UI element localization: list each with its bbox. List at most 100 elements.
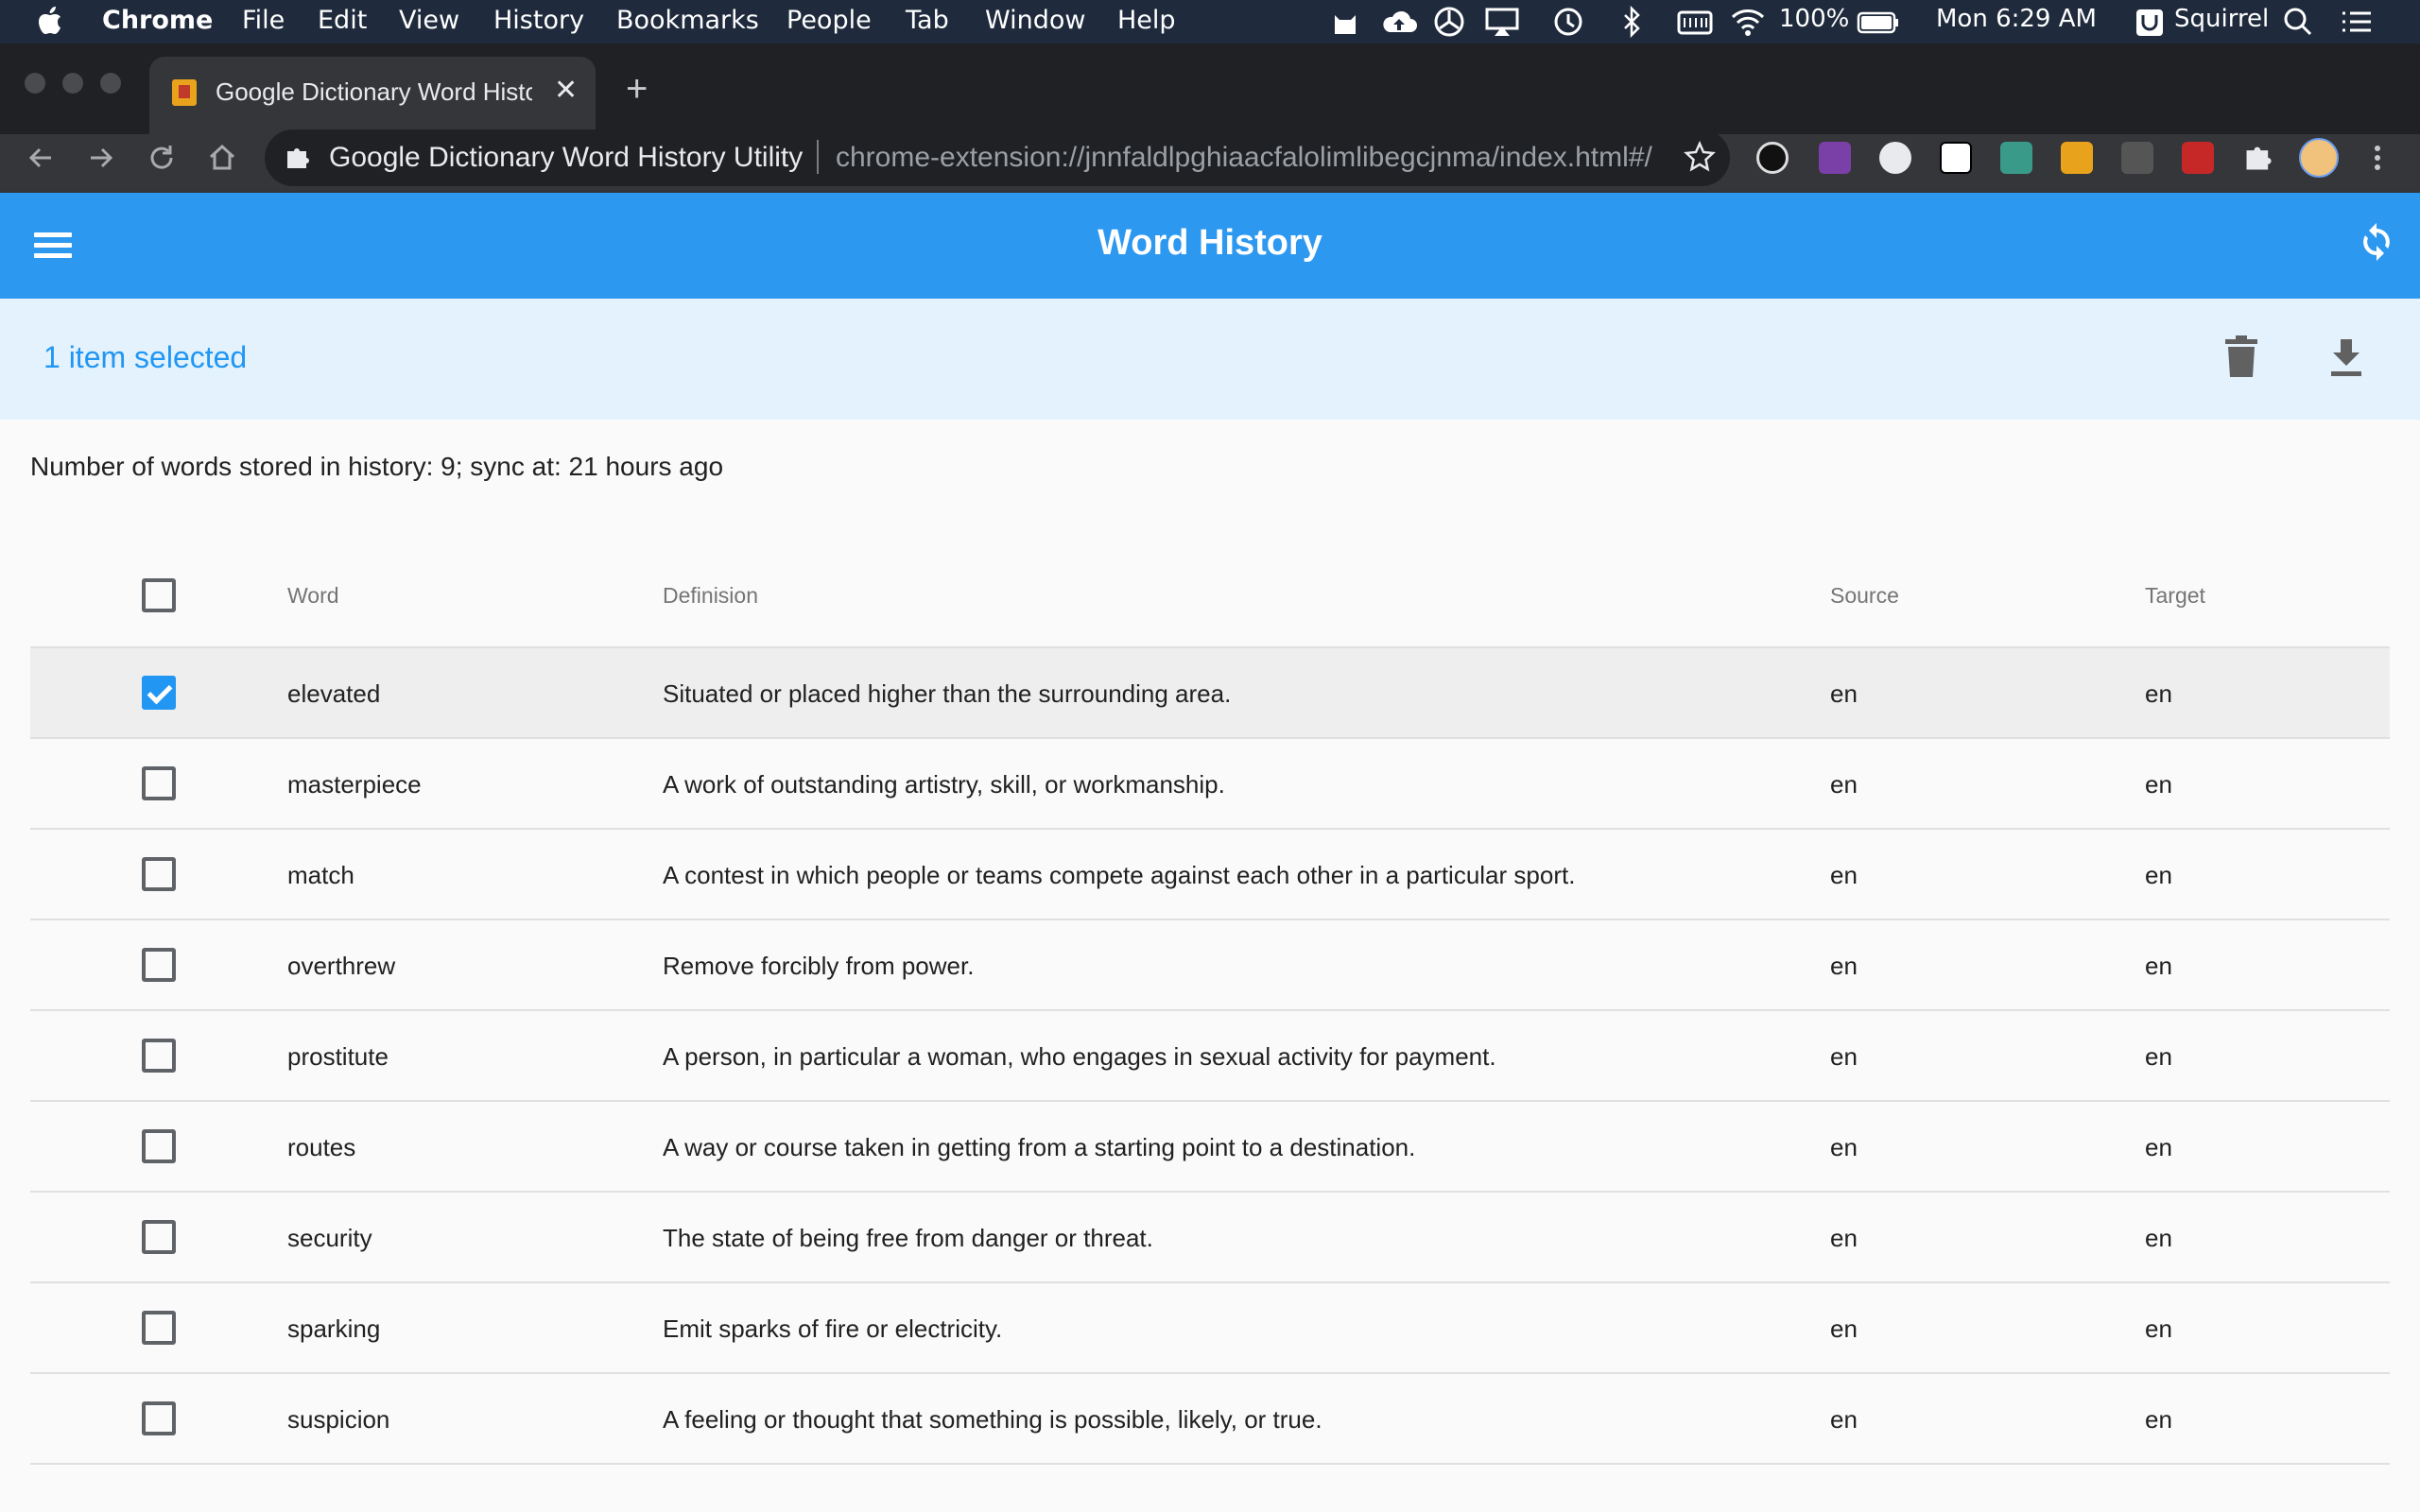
table-row[interactable]: elevated Situated or placed higher than t…: [30, 648, 2390, 739]
browser-tab[interactable]: Google Dictionary Word History ✕: [149, 57, 596, 134]
spy-extension-icon[interactable]: [2121, 142, 2153, 174]
more-menu-icon[interactable]: [2371, 142, 2384, 174]
window-close-button[interactable]: [25, 73, 45, 94]
word-cell: sparking: [287, 1314, 381, 1343]
extension-circle-icon[interactable]: [1756, 142, 1789, 174]
menu-app-chrome[interactable]: Chrome: [102, 6, 213, 35]
window-zoom-button[interactable]: [100, 73, 121, 94]
target-cell: en: [2145, 1314, 2172, 1343]
onenote-extension-icon[interactable]: [1819, 142, 1851, 174]
clock[interactable]: Mon 6:29 AM: [1936, 5, 2097, 33]
spotlight-icon[interactable]: [2282, 6, 2314, 38]
source-cell: en: [1830, 1405, 1858, 1434]
target-cell: en: [2145, 679, 2172, 708]
select-all-checkbox[interactable]: [142, 578, 176, 612]
menu-file[interactable]: File: [242, 6, 285, 35]
tab-close-icon[interactable]: ✕: [554, 74, 578, 107]
row-checkbox[interactable]: [142, 1129, 176, 1163]
table-row[interactable]: sparking Emit sparks of fire or electrici…: [30, 1283, 2390, 1374]
target-cell: en: [2145, 861, 2172, 889]
new-tab-button[interactable]: +: [626, 68, 648, 111]
row-checkbox[interactable]: [142, 1401, 176, 1435]
wifi-icon[interactable]: [1730, 6, 1766, 38]
apple-icon[interactable]: [38, 7, 62, 35]
window-minimize-button[interactable]: [62, 73, 83, 94]
history-summary: Number of words stored in history: 9; sy…: [30, 452, 724, 481]
speedometer-extension-icon[interactable]: [1879, 142, 1911, 174]
row-checkbox[interactable]: [142, 1220, 176, 1254]
download-icon[interactable]: [2325, 335, 2367, 379]
menu-bookmarks[interactable]: Bookmarks: [616, 6, 759, 35]
forward-icon[interactable]: [85, 142, 117, 174]
notion-extension-icon[interactable]: [1940, 142, 1972, 174]
table-row[interactable]: suspicion A feeling or thought that somet…: [30, 1374, 2390, 1465]
airplay-icon[interactable]: [1484, 6, 1520, 38]
battery-percent: 100%: [1779, 5, 1850, 33]
column-header-source[interactable]: Source: [1830, 558, 1899, 648]
reload-icon[interactable]: [146, 142, 178, 174]
column-header-target[interactable]: Target: [2145, 558, 2205, 648]
table-row[interactable]: masterpiece A work of outstanding artistr…: [30, 739, 2390, 830]
menu-help[interactable]: Help: [1117, 6, 1176, 35]
source-cell: en: [1830, 861, 1858, 889]
table-row[interactable]: security The state of being free from dan…: [30, 1193, 2390, 1283]
delete-icon[interactable]: [2223, 335, 2259, 379]
home-icon[interactable]: [206, 142, 238, 174]
s-extension-icon[interactable]: [2000, 142, 2032, 174]
word-cell: elevated: [287, 679, 381, 708]
source-cell: en: [1830, 1314, 1858, 1343]
book-extension-icon[interactable]: [2182, 142, 2214, 174]
word-cell: masterpiece: [287, 770, 422, 799]
box-icon[interactable]: [1433, 6, 1465, 38]
user-name[interactable]: Squirrel: [2174, 5, 2269, 33]
source-cell: en: [1830, 1224, 1858, 1252]
definition-cell: Emit sparks of fire or electricity.: [663, 1314, 1003, 1343]
cloud-upload-icon[interactable]: [1380, 6, 1418, 38]
target-cell: en: [2145, 770, 2172, 799]
bluetooth-icon[interactable]: [1620, 6, 1643, 38]
source-cell: en: [1830, 1042, 1858, 1071]
keyboard-icon[interactable]: [1677, 6, 1713, 38]
column-header-definition[interactable]: Definision: [663, 558, 758, 648]
row-checkbox[interactable]: [142, 857, 176, 891]
sync-icon[interactable]: [2354, 219, 2399, 265]
profile-avatar[interactable]: [2299, 138, 2339, 178]
time-machine-icon[interactable]: [1552, 6, 1584, 38]
battery-icon[interactable]: [1857, 6, 1900, 38]
row-checkbox[interactable]: [142, 1039, 176, 1073]
extension-puzzle-icon[interactable]: [284, 144, 312, 172]
menu-view[interactable]: View: [399, 6, 459, 35]
bookmark-star-icon[interactable]: [1683, 140, 1717, 174]
extensions-puzzle-icon[interactable]: [2242, 142, 2274, 174]
target-cell: en: [2145, 1133, 2172, 1161]
row-checkbox[interactable]: [142, 676, 176, 710]
table-row[interactable]: match A contest in which people or teams …: [30, 830, 2390, 920]
menu-tab[interactable]: Tab: [906, 6, 949, 35]
definition-cell: A person, in particular a woman, who eng…: [663, 1042, 1496, 1071]
url-text[interactable]: chrome-extension://jnnfaldlpghiaacfaloli…: [836, 142, 1652, 174]
word-cell: prostitute: [287, 1042, 389, 1071]
dictionary-extension-icon[interactable]: [2061, 142, 2093, 174]
menu-history[interactable]: History: [493, 6, 584, 35]
row-checkbox[interactable]: [142, 1311, 176, 1345]
word-cell: routes: [287, 1133, 356, 1161]
row-checkbox[interactable]: [142, 948, 176, 982]
target-cell: en: [2145, 1042, 2172, 1071]
menu-edit[interactable]: Edit: [318, 6, 367, 35]
back-icon[interactable]: [25, 142, 57, 174]
menu-window[interactable]: Window: [985, 6, 1085, 35]
selection-count: 1 item selected: [43, 340, 248, 374]
page-title: Word History: [1098, 223, 1322, 263]
row-checkbox[interactable]: [142, 766, 176, 800]
definition-cell: Situated or placed higher than the surro…: [663, 679, 1232, 708]
table-row[interactable]: overthrew Remove forcibly from power. en en: [30, 920, 2390, 1011]
target-cell: en: [2145, 1224, 2172, 1252]
omnibox-separator: [817, 140, 819, 174]
cat-icon[interactable]: [1329, 6, 1361, 38]
menu-people[interactable]: People: [786, 6, 872, 35]
column-header-word[interactable]: Word: [287, 558, 339, 648]
table-row[interactable]: prostitute A person, in particular a woma…: [30, 1011, 2390, 1102]
notification-center-icon[interactable]: [2339, 6, 2375, 38]
source-cell: en: [1830, 1133, 1858, 1161]
table-row[interactable]: routes A way or course taken in getting f…: [30, 1102, 2390, 1193]
